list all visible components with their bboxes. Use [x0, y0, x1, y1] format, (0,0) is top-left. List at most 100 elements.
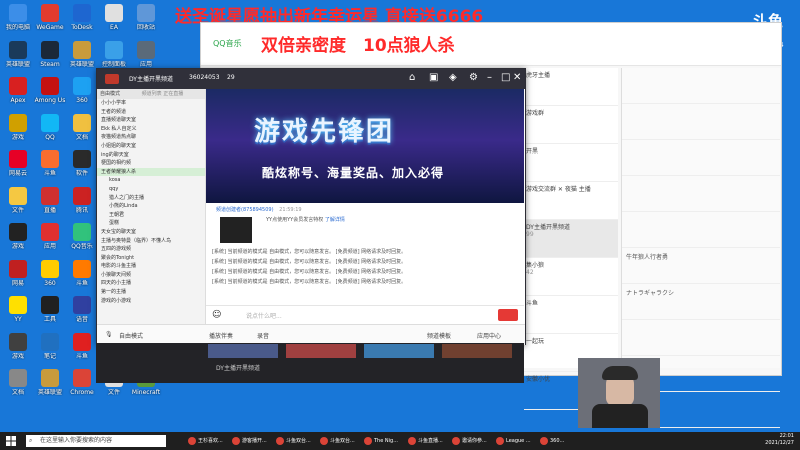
minimize-icon[interactable]: – [487, 72, 492, 83]
mic-icon[interactable]: 🎙 [105, 331, 113, 338]
taskbar-search-input[interactable]: ⌕ 在这里输入你要搜索的内容 [26, 435, 166, 447]
desktop-icon[interactable]: 斗鱼 [34, 150, 66, 177]
taskbar-item[interactable]: 斗鱼双台... [320, 434, 355, 448]
taskbar-item[interactable]: The Nig... [364, 434, 398, 448]
desktop-icon[interactable]: 控制面板 [98, 40, 130, 68]
desktop-icon[interactable]: 英雄联盟 [2, 40, 34, 68]
gamepad-icon[interactable]: ◈ [449, 72, 457, 83]
taskbar-item[interactable]: 游客播开... [232, 434, 267, 448]
taskbar-item[interactable]: 斗鱼双台... [276, 434, 311, 448]
desktop-icon[interactable]: Among Us [34, 77, 66, 104]
desktop-icon[interactable]: 我的电脑 [2, 4, 34, 31]
desktop-icon[interactable]: 游戏 [2, 223, 34, 250]
desktop-icon[interactable]: 英雄联盟 [34, 369, 66, 396]
desktop-icon[interactable]: ToDesk [66, 4, 98, 31]
channel-list-item[interactable]: 小狼聊天间频 [97, 271, 205, 280]
desktop-icon[interactable]: 英雄联盟 [66, 40, 98, 68]
desktop-icon[interactable]: 游戏 [2, 113, 34, 141]
emoji-icon[interactable]: ☺ [212, 310, 221, 320]
desktop-icon[interactable]: 笔记 [34, 332, 66, 360]
channel-list-item[interactable]: 天女宝的聊天室 [97, 228, 205, 237]
desktop-icon[interactable]: YY [2, 296, 34, 323]
channel-list-item[interactable]: 蛋糕 [97, 219, 205, 228]
taskbar-item[interactable]: 邀请你参... [452, 434, 487, 448]
chat-sender[interactable]: 频道创建者(875894509) [216, 207, 274, 213]
desktop-icon[interactable]: 斗鱼 [66, 332, 98, 360]
desktop-icon[interactable]: 网易云 [2, 150, 34, 177]
desktop-icon[interactable]: QQ音乐 [66, 223, 98, 250]
chat-notice-link[interactable]: 了解详情 [325, 217, 345, 223]
bg-list-item[interactable]: 虎牙主播 [524, 68, 618, 106]
desktop-icon[interactable]: 语音 [66, 296, 98, 323]
chat-input[interactable]: 说点什么吧... [246, 311, 282, 320]
desktop-icon[interactable]: Apex [2, 77, 34, 104]
channel-list-item[interactable]: qqy [97, 185, 205, 194]
bottom-accompany[interactable]: 播放伴奏 [209, 331, 233, 340]
desktop-icon[interactable]: 回收站 [130, 4, 162, 31]
bottom-app-center[interactable]: 应用中心 [477, 331, 501, 340]
channel-list-item[interactable]: 聚会的Tonight [97, 254, 205, 263]
channel-list-item[interactable]: 小小小学率 [97, 99, 205, 108]
bg-list-item[interactable]: 开黑 [524, 144, 618, 182]
channel-list-item[interactable]: Ekk 私人自定义 [97, 125, 205, 134]
channel-list-item[interactable]: 王者荣耀狼人杀 [97, 167, 205, 177]
live-thumbnail[interactable] [442, 344, 512, 358]
bottom-mode[interactable]: 自由模式 [119, 331, 143, 340]
close-icon[interactable]: ✕ [513, 72, 521, 83]
qqmusic-label[interactable]: QQ音乐 [213, 38, 242, 49]
live-thumbnail[interactable] [364, 344, 434, 358]
bg-list-item[interactable]: 游戏交流群 ✕ 夜猫 主播 [524, 182, 618, 220]
home-icon[interactable]: ⌂ [409, 72, 415, 83]
taskbar-item[interactable]: 王杉喜欢... [188, 434, 223, 448]
desktop-icon[interactable]: QQ [34, 113, 66, 141]
desktop-icon[interactable]: Chrome [66, 369, 98, 396]
channel-list-item[interactable]: 四天的小主播 [97, 279, 205, 288]
desktop-icon[interactable]: 直播 [34, 186, 66, 214]
settings-icon[interactable]: ⚙ [469, 72, 478, 83]
channel-list-item[interactable]: 夜猫频道热点聊 [97, 133, 205, 142]
desktop-icon[interactable]: 网易 [2, 259, 34, 287]
desktop-icon[interactable]: 360 [66, 77, 98, 104]
send-button[interactable] [498, 309, 518, 321]
channel-list-item[interactable]: kosa [97, 176, 205, 185]
bottom-template[interactable]: 频道模板 [427, 331, 451, 340]
channel-list-item[interactable]: 小熊的Linda [97, 202, 205, 211]
channel-list-item[interactable]: 梗国的相约频 [97, 159, 205, 168]
taskbar-clock[interactable]: 22:01 2021/12/27 [765, 433, 794, 447]
bg-list-item[interactable]: 集小狼 42 [524, 258, 618, 296]
taskbar-item[interactable]: 360... [540, 434, 564, 448]
bg-list-item[interactable]: 游戏群 [524, 106, 618, 144]
desktop-icon[interactable]: 应用 [34, 223, 66, 250]
maximize-icon[interactable]: □ [501, 72, 510, 83]
bg-list-item[interactable]: 斗鱼 [524, 296, 618, 334]
bg-list-item[interactable]: DY主播开黑频道 99 [524, 220, 618, 258]
desktop-icon[interactable]: 文档 [66, 113, 98, 141]
desktop-icon[interactable]: 斗鱼 [66, 259, 98, 287]
desktop-icon[interactable]: 腾讯 [66, 186, 98, 214]
channel-list-item[interactable]: 电影的斗鱼主播 [97, 262, 205, 271]
desktop-icon[interactable]: 文件 [2, 186, 34, 214]
channel-list-item[interactable]: 王朝君 [97, 211, 205, 220]
live-thumbnail[interactable] [286, 344, 356, 358]
desktop-icon[interactable]: 文档 [2, 369, 34, 396]
channel-list-item[interactable]: 王者的频道 [97, 108, 205, 117]
desktop-icon[interactable]: 游戏 [2, 332, 34, 360]
taskbar-item[interactable]: 斗鱼直播... [408, 434, 443, 448]
windows-start-icon[interactable] [6, 436, 16, 446]
desktop-icon[interactable]: 360 [34, 259, 66, 287]
channel-list-item[interactable]: 第一的主播 [97, 288, 205, 297]
channel-list-item[interactable]: 游戏的小游戏 [97, 297, 205, 306]
bottom-record[interactable]: 录音 [257, 331, 269, 340]
channel-list-item[interactable]: 直播频道聊天室 [97, 116, 205, 125]
desktop-icon[interactable]: EA [98, 4, 130, 31]
channel-list-item[interactable]: 主播与奥特曼（临界）不懂人鸟 [97, 237, 205, 246]
chat-image[interactable] [220, 217, 252, 243]
desktop-icon[interactable]: WeGame [34, 4, 66, 31]
desktop-icon[interactable]: 应用 [130, 40, 162, 68]
live-thumbnail[interactable] [208, 344, 278, 358]
channel-list-item[interactable]: 小姐姐的聊天室 [97, 142, 205, 151]
channel-list-item[interactable]: 五四的游戏频 [97, 245, 205, 254]
channel-list-item[interactable]: 猎人之门的主播 [97, 194, 205, 203]
channel-list-item[interactable]: ing的聊天室 [97, 151, 205, 160]
desktop-icon[interactable]: 软件 [66, 150, 98, 177]
